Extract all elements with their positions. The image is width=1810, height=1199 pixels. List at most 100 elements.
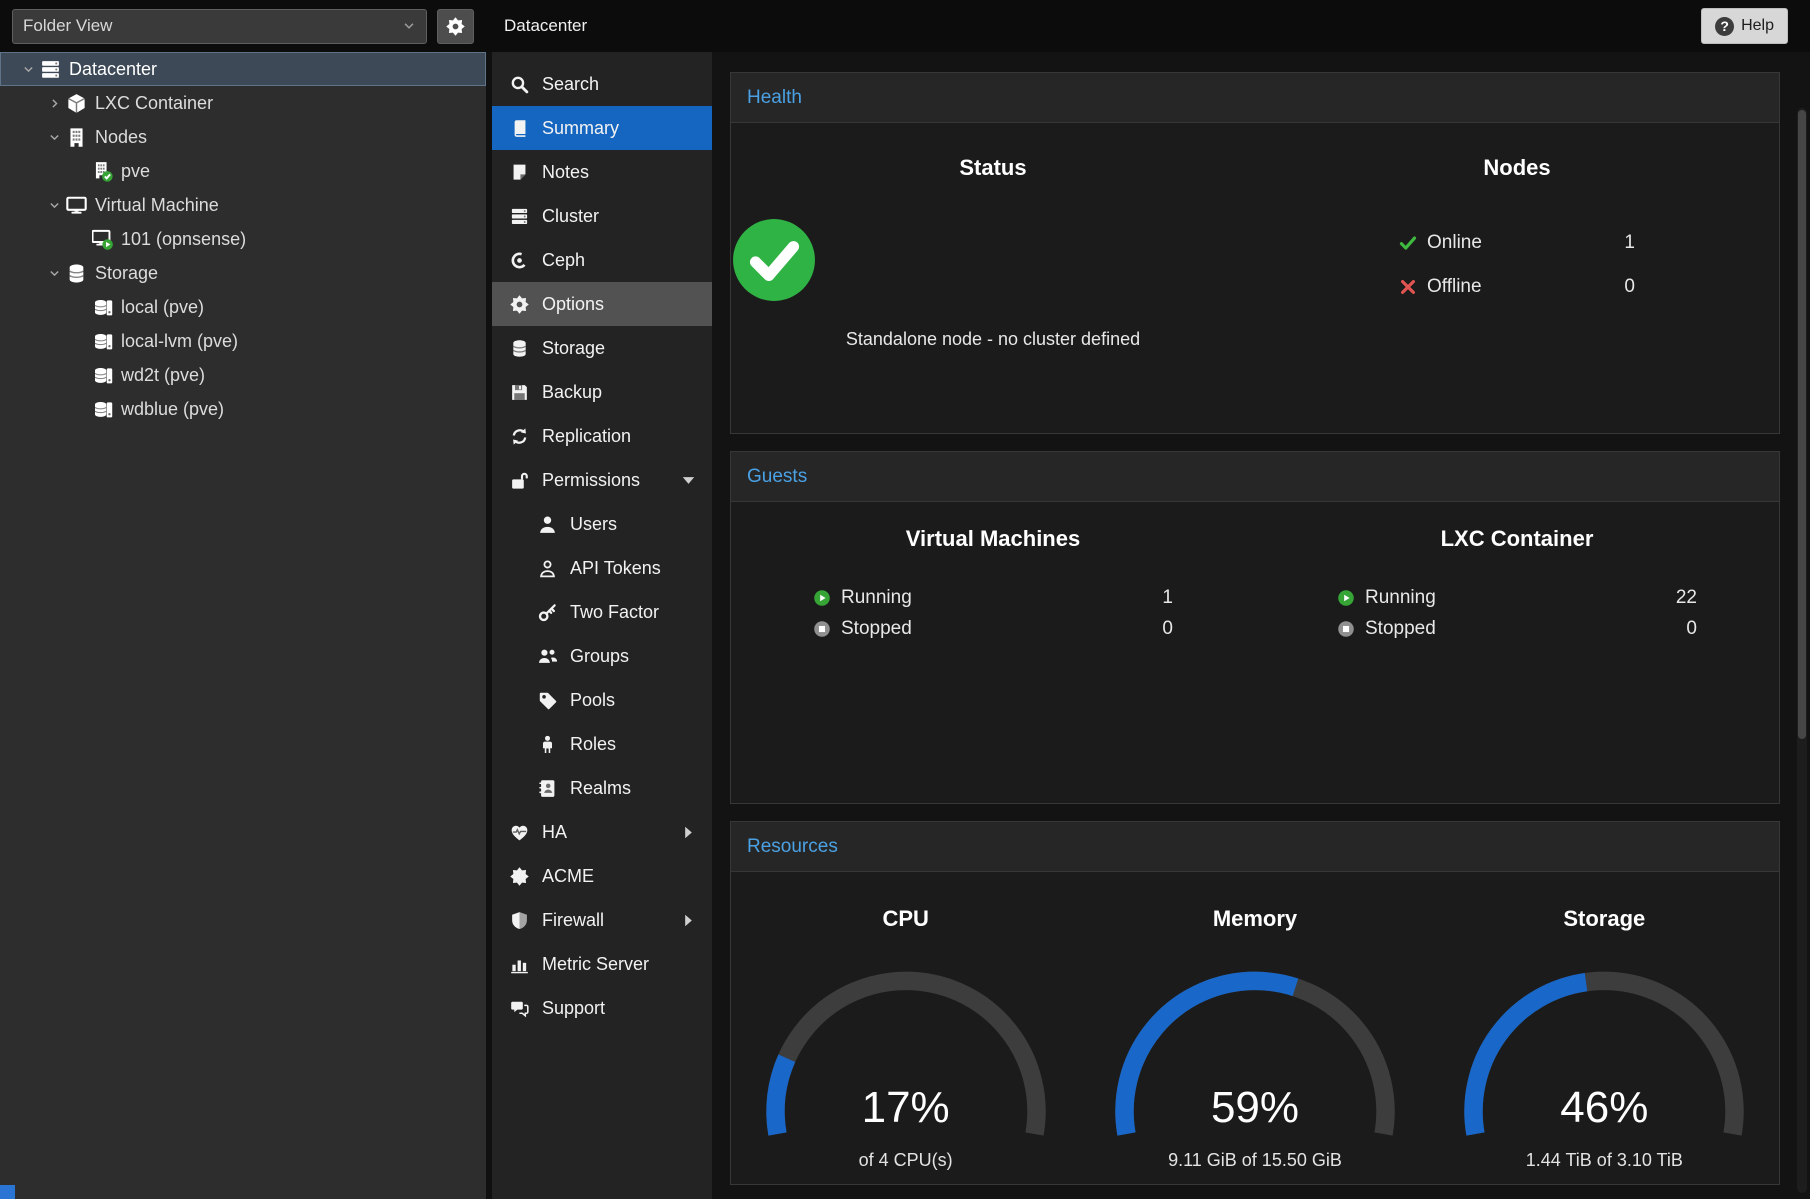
menu-item-notes[interactable]: Notes xyxy=(492,150,712,194)
chevron-down-icon[interactable] xyxy=(16,61,40,77)
tree-item-wdblue-pve[interactable]: wdblue (pve) xyxy=(0,392,486,426)
server-stack-icon xyxy=(40,59,61,80)
menu-item-realms[interactable]: Realms xyxy=(492,766,712,810)
menu-item-search[interactable]: Search xyxy=(492,62,712,106)
menu-item-pools[interactable]: Pools xyxy=(492,678,712,722)
menu-item-users[interactable]: Users xyxy=(492,502,712,546)
menu-item-acme[interactable]: ACME xyxy=(492,854,712,898)
menu-item-metric-server[interactable]: Metric Server xyxy=(492,942,712,986)
tree-item-lxc-container[interactable]: LXC Container xyxy=(0,86,486,120)
database-drive-icon xyxy=(92,365,113,386)
menu-item-storage[interactable]: Storage xyxy=(492,326,712,370)
corner-accent xyxy=(0,1185,15,1199)
page-title: Datacenter xyxy=(504,16,587,36)
nodes-rows: Online1Offline0 xyxy=(1399,221,1635,309)
tree-item-label: Nodes xyxy=(95,127,147,148)
menu-item-cluster[interactable]: Cluster xyxy=(492,194,712,238)
gauge-chart: 59% xyxy=(1110,969,1400,1146)
menu-item-ha[interactable]: HA xyxy=(492,810,712,854)
guests-columns: Virtual Machines Running1Stopped0 LXC Cont… xyxy=(731,502,1779,803)
menu-item-label: Realms xyxy=(570,778,631,799)
check-icon xyxy=(1399,234,1417,252)
menu-item-label: Search xyxy=(542,74,599,95)
menu-item-two-factor[interactable]: Two Factor xyxy=(492,590,712,634)
tree-item-nodes[interactable]: Nodes xyxy=(0,120,486,154)
book-icon xyxy=(510,119,529,138)
health-title: Health xyxy=(747,87,802,109)
menu-item-label: Options xyxy=(542,294,604,315)
chevron-right-icon xyxy=(679,911,698,930)
stop-circle-icon xyxy=(1337,620,1355,638)
menu-item-label: Summary xyxy=(542,118,619,139)
tree-settings-button[interactable] xyxy=(437,9,474,44)
play-circle-icon xyxy=(1337,589,1355,607)
menu-item-label: API Tokens xyxy=(570,558,661,579)
scrollbar-thumb[interactable] xyxy=(1798,110,1806,739)
question-icon: ? xyxy=(1715,17,1734,36)
menu-item-label: Firewall xyxy=(542,910,604,931)
tree-item-pve[interactable]: pve xyxy=(0,154,486,188)
stat-label: Stopped xyxy=(1365,618,1436,640)
menu-item-groups[interactable]: Groups xyxy=(492,634,712,678)
tree-item-wd2t-pve[interactable]: wd2t (pve) xyxy=(0,358,486,392)
menu-item-ceph[interactable]: Ceph xyxy=(492,238,712,282)
resources-panel: Resources CPU17%of 4 CPU(s)Memory59%9.11… xyxy=(730,821,1780,1185)
stat-value: 22 xyxy=(1676,587,1697,609)
building-icon xyxy=(66,127,87,148)
menu-item-summary[interactable]: Summary xyxy=(492,106,712,150)
guest-stopped-row: Stopped0 xyxy=(813,613,1173,644)
view-mode-label: Folder View xyxy=(23,16,112,36)
tree-item-local-pve[interactable]: local (pve) xyxy=(0,290,486,324)
tree-item-virtual-machine[interactable]: Virtual Machine xyxy=(0,188,486,222)
chevron-down-icon[interactable] xyxy=(42,129,66,145)
view-mode-select[interactable]: Folder View xyxy=(12,9,427,44)
tree-item-local-lvm-pve[interactable]: local-lvm (pve) xyxy=(0,324,486,358)
tree-item-101-opnsense[interactable]: 101 (opnsense) xyxy=(0,222,486,256)
menu-item-backup[interactable]: Backup xyxy=(492,370,712,414)
menu-item-permissions[interactable]: Permissions xyxy=(492,458,712,502)
database-drive-icon xyxy=(92,331,113,352)
menu-item-replication[interactable]: Replication xyxy=(492,414,712,458)
expander-spacer xyxy=(68,401,92,417)
monitor-icon xyxy=(66,195,87,216)
content-scrollbar[interactable] xyxy=(1797,108,1807,1193)
tree-item-datacenter[interactable]: Datacenter xyxy=(0,52,486,86)
expander-spacer xyxy=(68,367,92,383)
nodes-title: Nodes xyxy=(1255,155,1779,181)
menu-item-support[interactable]: Support xyxy=(492,986,712,1030)
gauge-subtitle: of 4 CPU(s) xyxy=(731,1150,1080,1171)
guest-stat-rows: Running22Stopped0 xyxy=(1337,582,1697,644)
chevron-down-icon[interactable] xyxy=(42,197,66,213)
tree-item-label: wdblue (pve) xyxy=(121,399,224,420)
menu-item-api-tokens[interactable]: API Tokens xyxy=(492,546,712,590)
cross-icon xyxy=(1399,278,1417,296)
menu-item-options[interactable]: Options xyxy=(492,282,712,326)
menu-item-roles[interactable]: Roles xyxy=(492,722,712,766)
menu-item-label: Groups xyxy=(570,646,629,667)
resources-panel-header: Resources xyxy=(731,822,1779,872)
nodes-offline-row: Offline0 xyxy=(1399,265,1635,309)
tree-item-label: 101 (opnsense) xyxy=(121,229,246,250)
health-panel-body: Status Standalone node - no cluster defi… xyxy=(731,123,1779,433)
ceph-icon xyxy=(510,251,529,270)
help-button[interactable]: ? Help xyxy=(1701,8,1788,44)
stop-circle-icon xyxy=(813,620,831,638)
tree-toolbar: Folder View xyxy=(0,0,486,52)
database-drive-icon xyxy=(92,399,113,420)
menu-item-firewall[interactable]: Firewall xyxy=(492,898,712,942)
tree-item-label: pve xyxy=(121,161,150,182)
tree-item-storage[interactable]: Storage xyxy=(0,256,486,290)
gear-icon xyxy=(510,295,529,314)
users-icon xyxy=(538,647,557,666)
guests-column-title: LXC Container xyxy=(1255,526,1779,552)
chevron-down-icon xyxy=(402,19,416,33)
content-area: Health Status Standalone node - no clust… xyxy=(712,52,1810,1199)
chevron-down-icon[interactable] xyxy=(42,265,66,281)
status-ok-icon xyxy=(731,217,817,303)
guest-stat-rows: Running1Stopped0 xyxy=(813,582,1173,644)
menu-item-label: Pools xyxy=(570,690,615,711)
guests-column-virtual-machines: Virtual Machines Running1Stopped0 xyxy=(731,502,1255,803)
guests-column-lxc-container: LXC ContainerRunning22Stopped0 xyxy=(1255,502,1779,803)
chevron-right-icon[interactable] xyxy=(42,95,66,111)
guests-column-title: Virtual Machines xyxy=(731,526,1255,552)
